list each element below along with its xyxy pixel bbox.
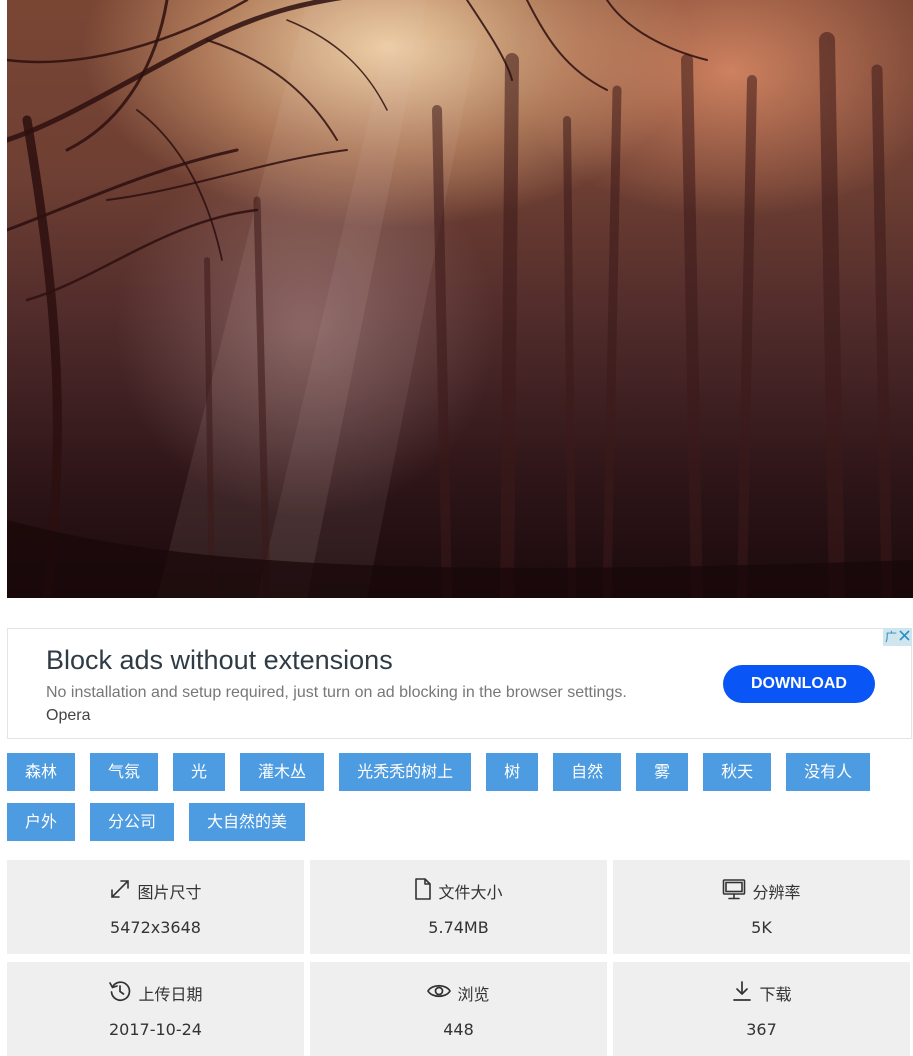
stat-value: 2017-10-24 [109, 1020, 202, 1039]
stat-file-size: 文件大小 5.74MB [310, 860, 607, 954]
tag-row-2: 户外 分公司 大自然的美 [7, 803, 320, 841]
main-photo[interactable] [7, 0, 913, 598]
tag-row-1: 森林 气氛 光 灌木丛 光秃秃的树上 树 自然 雾 秋天 没有人 [7, 753, 871, 791]
stat-value: 5472x3648 [110, 918, 201, 937]
stat-image-size: 图片尺寸 5472x3648 [7, 860, 304, 954]
stat-label: 浏览 [457, 985, 490, 1004]
stat-label: 分辨率 [752, 883, 801, 902]
stat-views: 浏览 448 [310, 962, 607, 1056]
stat-label: 文件大小 [438, 883, 503, 902]
stat-value: 5.74MB [428, 918, 489, 937]
tag-item[interactable]: 秋天 [703, 753, 772, 791]
ad-title: Block ads without extensions [46, 645, 393, 675]
download-button[interactable]: DOWNLOAD [723, 665, 875, 703]
file-icon [414, 878, 432, 904]
close-icon[interactable] [899, 628, 910, 646]
tag-item[interactable]: 光 [173, 753, 226, 791]
tag-item[interactable]: 气氛 [90, 753, 159, 791]
tag-item[interactable]: 没有人 [786, 753, 871, 791]
stat-downloads: 下载 367 [613, 962, 910, 1056]
eye-icon [427, 982, 452, 1004]
tag-item[interactable]: 大自然的美 [189, 803, 306, 841]
stat-value: 5K [751, 918, 772, 937]
stat-value: 367 [746, 1020, 777, 1039]
monitor-icon [722, 878, 746, 904]
stat-value: 448 [443, 1020, 474, 1039]
ad-choices-badge[interactable]: 广 [882, 628, 912, 646]
tag-item[interactable]: 户外 [7, 803, 76, 841]
stat-label: 上传日期 [138, 985, 203, 1004]
history-icon [108, 979, 132, 1007]
tag-item[interactable]: 雾 [636, 753, 689, 791]
stat-resolution: 分辨率 5K [613, 860, 910, 954]
tag-item[interactable]: 森林 [7, 753, 76, 791]
stat-upload-date: 上传日期 2017-10-24 [7, 962, 304, 1056]
stat-label: 图片尺寸 [137, 883, 202, 902]
tag-item[interactable]: 光秃秃的树上 [339, 753, 472, 791]
tag-item[interactable]: 自然 [553, 753, 622, 791]
tag-item[interactable]: 分公司 [90, 803, 175, 841]
tag-item[interactable]: 灌木丛 [240, 753, 325, 791]
tag-item[interactable]: 树 [486, 753, 539, 791]
ad-banner[interactable]: 广 Block ads without extensions No instal… [7, 628, 912, 739]
ad-brand: Opera [46, 707, 91, 724]
resize-icon [109, 878, 131, 904]
ad-badge-label: 广 [884, 630, 897, 644]
stat-label: 下载 [759, 985, 792, 1004]
forest-trees-illustration [7, 0, 913, 598]
ad-description-text: No installation and setup required, just… [46, 684, 627, 701]
download-icon [731, 980, 753, 1006]
ad-description: No installation and setup required, just… [46, 681, 636, 727]
